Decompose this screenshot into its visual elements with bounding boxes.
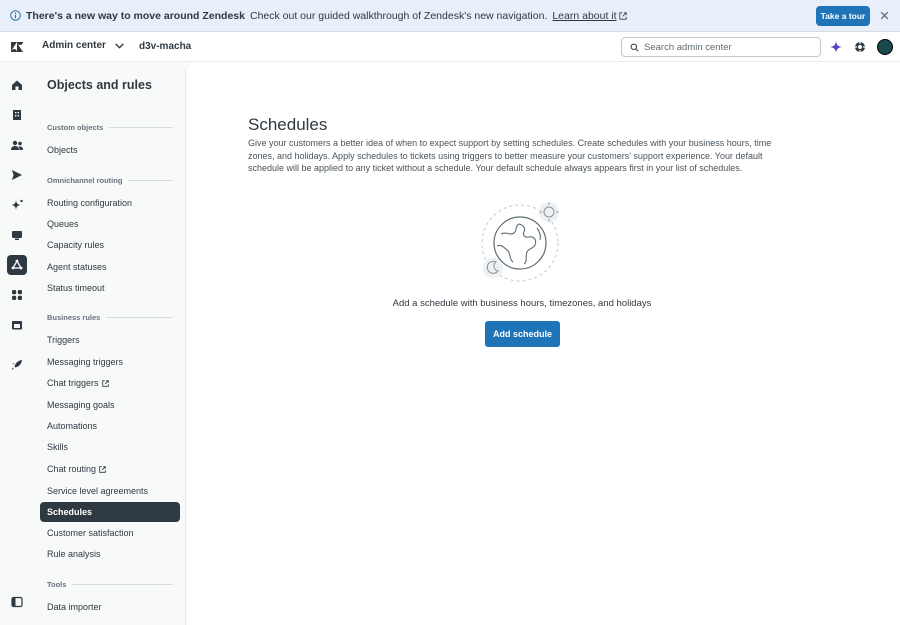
top-header: Admin center d3v-macha Search admin cent…: [0, 32, 900, 62]
apps-integrations-icon[interactable]: [10, 288, 24, 302]
nav-title: Objects and rules: [47, 78, 152, 92]
nav-section-tools: Tools: [47, 580, 173, 589]
add-schedule-button[interactable]: Add schedule: [485, 321, 560, 347]
zendesk-logo-icon[interactable]: [10, 40, 24, 54]
nav-item-sla[interactable]: Service level agreements: [40, 481, 180, 501]
section-label: Custom objects: [47, 123, 104, 132]
nav-item-messaging-goals[interactable]: Messaging goals: [40, 395, 180, 415]
people-icon[interactable]: [10, 138, 24, 152]
banner-text: Check out our guided walkthrough of Zend…: [249, 9, 548, 22]
nav-item-objects[interactable]: Objects: [40, 140, 180, 160]
external-link-icon: [618, 11, 627, 20]
apps-icon[interactable]: [853, 40, 867, 54]
nav-item-routing-configuration[interactable]: Routing configuration: [40, 193, 180, 213]
nav-item-messaging-triggers[interactable]: Messaging triggers: [40, 352, 180, 372]
nav-item-rule-analysis[interactable]: Rule analysis: [40, 544, 180, 564]
divider: [109, 127, 173, 128]
section-label: Tools: [47, 580, 67, 589]
nav-item-triggers[interactable]: Triggers: [40, 330, 180, 350]
search-placeholder: Search admin center: [644, 41, 732, 53]
divider: [128, 180, 173, 181]
product-rail: [0, 62, 35, 625]
nav-item-data-importer[interactable]: Data importer: [40, 597, 180, 617]
main-content: Schedules Give your customers a better i…: [185, 62, 900, 625]
banner-title: There's a new way to move around Zendesk: [26, 9, 245, 22]
empty-state-text: Add a schedule with business hours, time…: [392, 298, 652, 309]
product-switcher[interactable]: Admin center: [42, 40, 125, 51]
nav-item-schedules[interactable]: Schedules: [40, 502, 180, 522]
nav-item-label: Chat routing: [47, 464, 97, 474]
external-link-icon: [101, 379, 109, 387]
secondary-nav: Objects and rules Custom objects Objects…: [35, 62, 185, 625]
info-icon: [10, 10, 21, 21]
section-label: Business rules: [47, 313, 101, 322]
objects-rules-icon[interactable]: [10, 258, 24, 272]
product-name: Admin center: [42, 40, 106, 51]
home-icon[interactable]: [10, 78, 24, 92]
nav-item-status-timeout[interactable]: Status timeout: [40, 278, 180, 298]
building-icon[interactable]: [10, 108, 24, 122]
nav-item-automations[interactable]: Automations: [40, 416, 180, 436]
globe-schedule-illustration: [481, 202, 559, 282]
nav-section-custom-objects: Custom objects: [47, 123, 173, 132]
search-input[interactable]: Search admin center: [621, 37, 821, 57]
announcement-banner: There's a new way to move around Zendesk…: [0, 0, 900, 32]
nav-item-capacity-rules[interactable]: Capacity rules: [40, 235, 180, 255]
nav-item-agent-statuses[interactable]: Agent statuses: [40, 257, 180, 277]
rocket-icon[interactable]: [10, 358, 24, 372]
nav-item-chat-triggers[interactable]: Chat triggers: [40, 373, 180, 393]
channels-send-icon[interactable]: [10, 168, 24, 182]
divider: [72, 584, 173, 585]
chevron-down-icon: [115, 43, 124, 49]
nav-section-omnichannel: Omnichannel routing: [47, 176, 173, 185]
close-icon[interactable]: [879, 10, 890, 21]
account-name: d3v-macha: [139, 41, 192, 52]
page-title: Schedules: [248, 115, 328, 134]
search-icon: [630, 43, 639, 51]
external-link-icon: [99, 465, 106, 473]
workspaces-icon[interactable]: [10, 228, 24, 242]
nav-item-chat-routing[interactable]: Chat routing: [40, 459, 180, 479]
divider: [106, 317, 173, 318]
nav-item-label: Chat triggers: [47, 378, 99, 388]
nav-item-customer-satisfaction[interactable]: Customer satisfaction: [40, 523, 180, 543]
ai-icon[interactable]: [10, 198, 24, 212]
nav-item-skills[interactable]: Skills: [40, 437, 180, 457]
learn-more-link[interactable]: Learn about it: [552, 10, 616, 22]
take-tour-button[interactable]: Take a tour: [816, 6, 870, 26]
account-storefront-icon[interactable]: [10, 318, 24, 332]
collapse-sidebar-icon[interactable]: [10, 595, 24, 609]
page-description: Give your customers a better idea of whe…: [248, 138, 772, 173]
nav-section-business-rules: Business rules: [47, 313, 173, 322]
avatar[interactable]: [877, 39, 893, 55]
nav-item-queues[interactable]: Queues: [40, 214, 180, 234]
ai-sparkle-icon[interactable]: [829, 40, 843, 54]
section-label: Omnichannel routing: [47, 176, 123, 185]
